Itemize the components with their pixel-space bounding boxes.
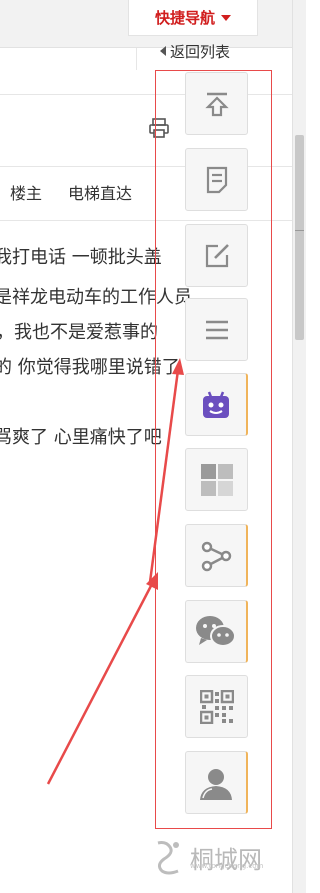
wechat-button[interactable] — [185, 600, 248, 663]
divider — [136, 48, 137, 70]
reply-button[interactable] — [185, 148, 248, 211]
menu-icon — [205, 320, 228, 339]
menu-button[interactable] — [185, 298, 248, 361]
back-to-top-icon — [204, 92, 229, 116]
quick-nav-button[interactable]: 快捷导航 — [128, 0, 258, 36]
brand-logo-icon — [157, 841, 179, 875]
top-header-bar: 快捷导航 — [0, 0, 292, 48]
robot-button[interactable] — [185, 373, 248, 436]
edit-icon — [205, 243, 229, 267]
quick-nav-label: 快捷导航 — [154, 9, 215, 27]
brand-url: www.tongcheng.com — [190, 862, 264, 870]
left-arrow-icon — [160, 46, 166, 56]
reply-icon — [206, 166, 227, 193]
edit-button[interactable] — [185, 224, 248, 287]
brand-watermark: 桐城网 www.tongcheng.com — [150, 832, 290, 882]
post-text-line: 骂爽了 心里痛快了吧 — [0, 427, 162, 448]
qrcode-icon — [199, 689, 234, 724]
page-scrollbar[interactable] — [292, 0, 306, 893]
post-text-line: ，我也不是爱惹事的 — [0, 322, 158, 343]
share-icon — [201, 541, 232, 571]
wechat-icon — [196, 615, 236, 647]
floor-jump-link[interactable]: 电梯直达 — [68, 180, 132, 204]
apps-button[interactable] — [185, 448, 248, 511]
back-to-top-button[interactable] — [185, 72, 248, 135]
back-to-list-link[interactable]: 返回列表 — [160, 41, 230, 61]
user-center-button[interactable] — [185, 751, 248, 814]
post-text-line: 的 你觉得我哪里说错了 — [0, 357, 180, 378]
scrollbar-thumb[interactable] — [295, 135, 304, 340]
scrollbar-grip — [295, 230, 304, 231]
post-text-line: 我打电话 一顿批头盖 — [0, 247, 162, 268]
user-icon — [200, 768, 232, 800]
share-button[interactable] — [185, 524, 248, 587]
caret-down-icon — [221, 14, 231, 21]
floor-owner-link[interactable]: 楼主 — [10, 180, 42, 204]
qrcode-button[interactable] — [185, 675, 248, 738]
back-to-list-label: 返回列表 — [170, 42, 231, 61]
tiles-icon — [200, 463, 233, 496]
robot-icon — [203, 391, 229, 418]
